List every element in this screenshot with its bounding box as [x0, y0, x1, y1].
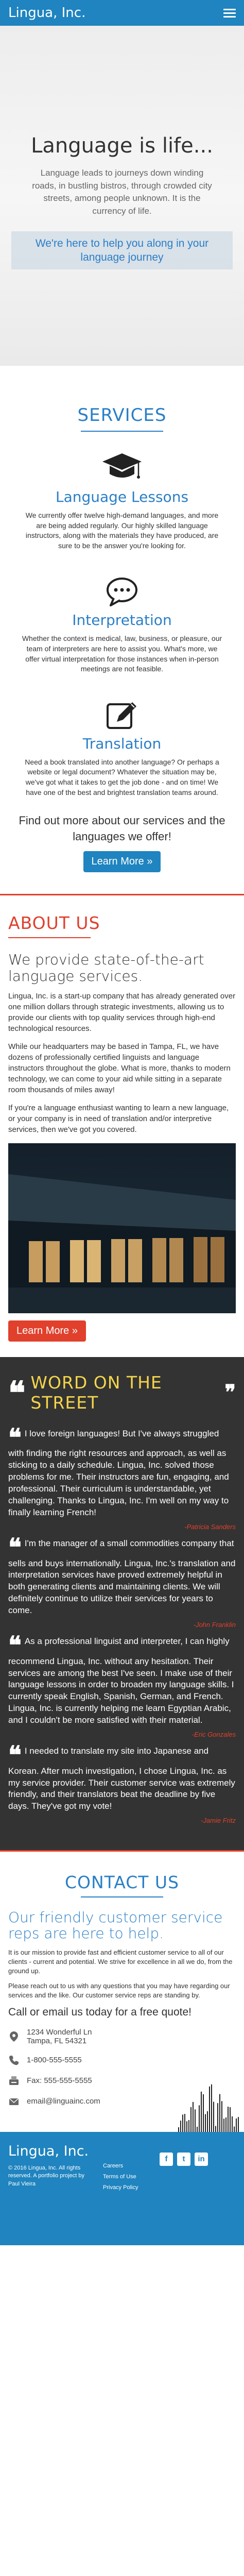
- twitter-icon[interactable]: t: [177, 2152, 190, 2166]
- contact-heading: Our friendly customer service reps are h…: [8, 1909, 223, 1942]
- fax-number: Fax: 555-555-5555: [27, 2076, 92, 2086]
- graduation-cap-icon: [0, 443, 244, 484]
- brand-logo[interactable]: Lingua, Inc.: [8, 5, 85, 21]
- service-heading: Language Lessons: [55, 488, 189, 505]
- testimonial-text: I needed to translate my site into Japan…: [8, 1746, 235, 1811]
- footer-social: f t in: [160, 2152, 208, 2166]
- testimonial: ❝ As a professional linguist and interpre…: [8, 1631, 236, 1739]
- contact-paragraph: It is our mission to provide fast and ef…: [8, 1948, 233, 1975]
- address-line: Tampa, FL 54321: [27, 2036, 87, 2045]
- services-section: SERVICES Language Lessons We currently o…: [0, 366, 244, 894]
- hero-callout: We're here to help you along in your lan…: [11, 231, 233, 270]
- testimonial-author: -Jamie Fritz: [201, 1817, 236, 1825]
- service-text: We currently offer twelve high-demand la…: [25, 511, 219, 550]
- service-interpretation: Interpretation Whether the context is me…: [0, 566, 244, 674]
- quote-icon: ❝: [8, 1741, 22, 1770]
- footer: Lingua, Inc. © 2016 Lingua, Inc. All rig…: [0, 2131, 244, 2245]
- footer-link-terms[interactable]: Terms of Use: [103, 2172, 138, 2182]
- services-learn-more-button[interactable]: Learn More »: [83, 851, 161, 872]
- quote-icon: ❝: [8, 1423, 22, 1453]
- phone-icon: [9, 2055, 19, 2065]
- footer-copyright: © 2016 Lingua, Inc. All rights reserved.…: [8, 2164, 84, 2187]
- hero-section: Language is life... Language leads to jo…: [0, 26, 244, 366]
- navbar: Lingua, Inc.: [0, 0, 244, 26]
- phone-number[interactable]: 1-800-555-5555: [27, 2056, 82, 2064]
- footer-links: Careers Terms of Use Privacy Policy: [103, 2161, 138, 2193]
- service-text: Whether the context is medical, law, bus…: [22, 634, 222, 673]
- testimonial-text: I love foreign languages! But I've alway…: [8, 1429, 229, 1518]
- address-line: 1234 Wonderful Ln: [27, 2027, 92, 2037]
- services-title-underline: [81, 431, 163, 432]
- contact-paragraph: Please reach out to us with any question…: [8, 1981, 230, 1999]
- contact-title-underline: [81, 1896, 163, 1898]
- service-text: Need a book translated into another lang…: [25, 757, 219, 796]
- footer-link-privacy[interactable]: Privacy Policy: [103, 2182, 138, 2193]
- testimonial-text: As a professional linguist and interpret…: [8, 1636, 234, 1725]
- edit-icon: [0, 690, 244, 731]
- service-translation: Translation Need a book translated into …: [0, 690, 244, 798]
- quote-icon: ❝: [8, 1533, 22, 1563]
- about-paragraph: If you're a language enthusiast wanting …: [8, 1104, 229, 1134]
- location-icon: [10, 2031, 18, 2042]
- quote-icon: ❝: [8, 1374, 26, 1412]
- about-title-underline: [8, 937, 91, 938]
- hero-title: Language is life...: [31, 134, 213, 158]
- building-photo: [8, 1143, 236, 1314]
- service-language-lessons: Language Lessons We currently offer twel…: [0, 443, 244, 551]
- testimonial-text: I'm the manager of a small commodities c…: [8, 1538, 236, 1616]
- quote-close-icon: ❞: [224, 1380, 236, 1405]
- testimonials-header: ❝ WORD ON THE STREET ❞: [8, 1372, 236, 1413]
- testimonials-title: WORD ON THE STREET: [30, 1372, 162, 1413]
- contact-title: CONTACT US: [64, 1872, 180, 1893]
- hero-text: Language leads to journeys down winding …: [32, 168, 212, 216]
- service-heading: Translation: [82, 735, 162, 752]
- hamburger-menu-icon[interactable]: [223, 8, 236, 18]
- testimonial: ❝ I'm the manager of a small commodities …: [8, 1533, 236, 1629]
- footer-link-careers[interactable]: Careers: [103, 2161, 138, 2172]
- email-icon: [9, 2098, 19, 2105]
- testimonials-section: ❝ WORD ON THE STREET ❞ ❝ I love foreign l…: [0, 1357, 244, 1851]
- testimonial-author: -Patricia Sanders: [184, 1523, 236, 1531]
- facebook-icon[interactable]: f: [160, 2152, 173, 2166]
- services-title: SERVICES: [77, 405, 167, 426]
- service-heading: Interpretation: [72, 612, 172, 629]
- fax-icon: [9, 2076, 19, 2085]
- about-title: ABOUT US: [8, 912, 100, 933]
- about-section: ABOUT US We provide state-of-the-art lan…: [0, 895, 244, 1357]
- about-learn-more-button[interactable]: Learn More »: [8, 1320, 86, 1342]
- services-cta-text: Find out more about our services and the…: [19, 814, 225, 843]
- contact-phone: 1-800-555-5555: [8, 2055, 236, 2066]
- about-paragraph: While our headquarters may be based in T…: [8, 1042, 231, 1095]
- about-paragraph: Lingua, Inc. is a start-up company that …: [8, 992, 236, 1033]
- speech-bubble-icon: [0, 566, 244, 607]
- testimonial-author: -John Franklin: [193, 1621, 236, 1629]
- quote-icon: ❝: [8, 1631, 22, 1660]
- testimonial: ❝ I love foreign languages! But I've alwa…: [8, 1423, 236, 1531]
- contact-call-line: Call or email us today for a free quote!: [8, 2006, 192, 2018]
- testimonial: ❝ I needed to translate my site into Japa…: [8, 1741, 236, 1825]
- contact-address: 1234 Wonderful Ln Tampa, FL 54321: [8, 2028, 236, 2045]
- email-address[interactable]: email@linguainc.com: [27, 2097, 100, 2106]
- about-heading: We provide state-of-the-art language ser…: [8, 951, 204, 985]
- contact-section: CONTACT US Our friendly customer service…: [0, 1852, 244, 2181]
- testimonial-author: -Eric Gonzales: [191, 1731, 236, 1739]
- linkedin-icon[interactable]: in: [195, 2152, 208, 2166]
